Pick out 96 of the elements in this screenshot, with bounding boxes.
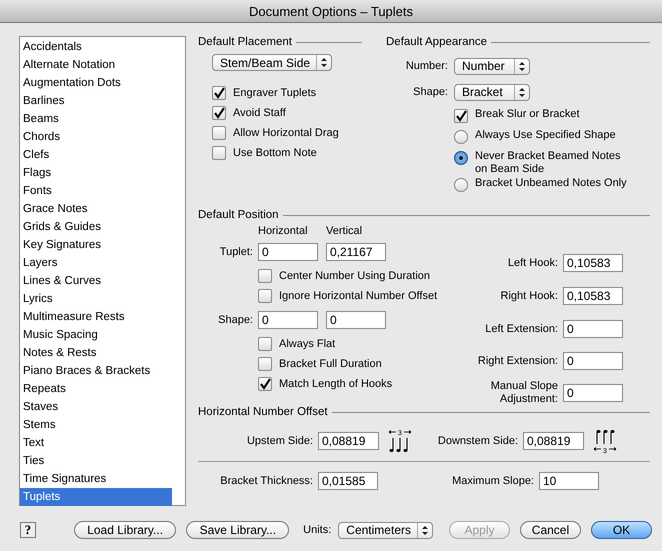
option-label: Bracket Full Duration [279,358,382,370]
dialog-button[interactable]: OK [590,521,652,539]
library-button[interactable]: Load Library... [74,521,176,539]
input-field[interactable]: 0,21167 [326,243,386,261]
dialog-button[interactable]: Cancel [520,521,581,539]
popup-button[interactable]: Centimeters [338,522,433,538]
field-label: Units: [303,524,332,536]
sidebar-item[interactable]: Ties [20,452,172,470]
input-field[interactable]: 0,01585 [318,472,378,490]
sidebar-item[interactable]: Tuplets [20,488,172,506]
sidebar-item[interactable]: Grids & Guides [20,218,172,236]
option-label: Never Bracket Beamed Notes on Beam Side [475,150,622,176]
option-label: Center Number Using Duration [279,270,430,282]
field-label: Right Extension: [476,354,558,368]
sidebar-item[interactable]: Time Signatures [20,470,172,488]
field-label: Right Hook: [500,290,558,302]
input-field[interactable]: 0 [563,320,623,338]
input-field[interactable]: 0 [563,384,623,402]
popup-button[interactable]: Stem/Beam Side [212,54,332,71]
checkbox[interactable] [212,146,226,160]
sidebar-item[interactable]: Stems [20,416,172,434]
sidebar-item[interactable]: Layers [20,254,172,272]
checkbox[interactable] [212,86,226,100]
option-label: Match Length of Hooks [279,378,392,390]
checkbox[interactable] [258,377,272,391]
section-heading: Default Appearance [386,36,488,48]
sidebar-item[interactable]: Piano Braces & Brackets [20,362,172,380]
input-field[interactable]: 0,08819 [523,432,584,450]
field-label: Manual Slope Adjustment: [490,380,558,406]
checkbox[interactable] [212,126,226,140]
checkbox[interactable] [258,289,272,303]
sidebar-item[interactable]: Repeats [20,380,172,398]
section-heading: Default Placement [198,36,292,48]
option-label: Use Bottom Note [233,147,317,159]
input-field[interactable]: 10 [539,472,599,490]
sidebar-item[interactable]: Fonts [20,182,172,200]
dialog-button: Apply [448,521,510,539]
input-field[interactable]: 0 [326,311,386,329]
field-label: Number: [404,60,448,72]
sidebar-item[interactable]: Grace Notes [20,200,172,218]
radio-button[interactable] [454,130,468,144]
column-header: Horizontal [258,225,309,239]
sidebar-item[interactable]: Accidentals [20,38,172,56]
option-label: Always Flat [279,338,336,350]
checkbox[interactable] [258,269,272,283]
sidebar-item[interactable]: Beams [20,110,172,128]
section-heading: Horizontal Number Offset [198,406,328,418]
field-label: Downstem Side: [436,435,518,447]
help-button[interactable]: ? [20,522,36,538]
field-label: Upstem Side: [246,435,313,447]
input-field[interactable]: 0,10583 [563,287,623,305]
field-label: Maximum Slope: [451,475,534,487]
input-field[interactable]: 0 [563,352,623,370]
sidebar-item[interactable]: Lyrics [20,290,172,308]
option-label: Engraver Tuplets [233,87,316,99]
sidebar-item[interactable]: Music Spacing [20,326,172,344]
sidebar-item[interactable]: Key Signatures [20,236,172,254]
radio-button[interactable] [454,151,468,165]
option-label: Ignore Horizontal Number Offset [279,290,438,302]
sidebar-item[interactable]: Multimeasure Rests [20,308,172,326]
sidebar-item[interactable]: Text [20,434,172,452]
checkbox[interactable] [212,106,226,120]
sidebar-item[interactable]: Notes & Rests [20,344,172,362]
popup-button[interactable]: Number [454,58,530,74]
field-label: Tuplet: [218,246,253,258]
section-heading: Default Position [198,209,279,221]
popup-button[interactable]: Bracket [454,84,530,100]
sidebar-item[interactable]: Chords [20,128,172,146]
input-field[interactable]: 0 [258,311,318,329]
option-label: Bracket Unbeamed Notes Only [475,177,628,190]
column-header: Vertical [326,225,364,239]
sidebar-item[interactable]: Staves [20,398,172,416]
checkbox[interactable] [258,337,272,351]
option-label: Allow Horizontal Drag [233,127,339,139]
field-label: Bracket Thickness: [219,475,313,487]
input-field[interactable]: 0,10583 [563,254,623,272]
sidebar-item[interactable]: Lines & Curves [20,272,172,290]
field-label: Left Hook: [506,256,558,270]
field-label: Shape: [217,314,253,326]
option-label: Avoid Staff [233,107,286,119]
sidebar-item[interactable]: Clefs [20,146,172,164]
sidebar-item[interactable]: Flags [20,164,172,182]
radio-button[interactable] [454,178,468,192]
sidebar-item[interactable]: Barlines [20,92,172,110]
field-label: Left Extension: [484,322,558,336]
checkbox[interactable] [258,357,272,371]
field-label: Shape: [412,86,448,98]
sidebar-item[interactable]: Alternate Notation [20,56,172,74]
option-label: Always Use Specified Shape [475,129,617,142]
option-label: Break Slur or Bracket [475,108,581,121]
input-field[interactable]: 0 [258,243,318,261]
library-button[interactable]: Save Library... [186,521,290,539]
window-title: Document Options – Tuplets [248,4,414,18]
sidebar-item[interactable]: Augmentation Dots [20,74,172,92]
checkbox[interactable] [454,109,468,123]
input-field[interactable]: 0,08819 [318,432,379,450]
